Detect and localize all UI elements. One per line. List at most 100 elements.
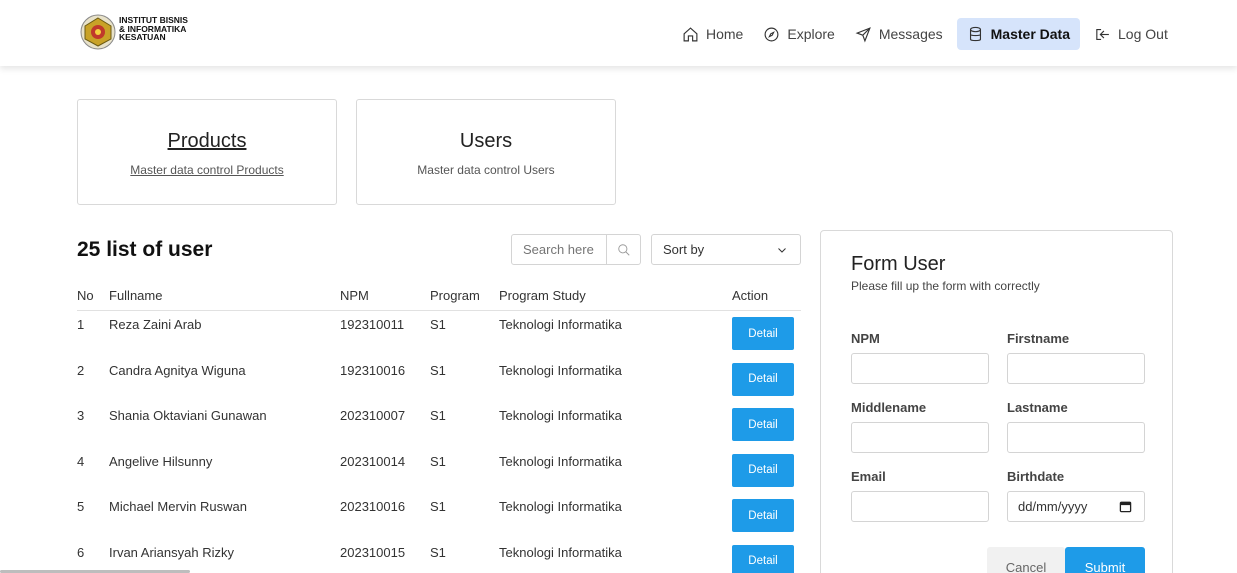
chevron-down-icon (778, 247, 786, 253)
row-program: S1 (430, 499, 446, 514)
row-program: S1 (430, 317, 446, 332)
brand-name: INSTITUT BISNIS & INFORMATIKA KESATUAN (119, 16, 188, 42)
header-no: No (77, 288, 94, 303)
header-npm: NPM (340, 288, 369, 303)
submit-button[interactable]: Submit (1065, 547, 1145, 573)
row-program-study: Teknologi Informatika (499, 408, 622, 423)
npm-field[interactable] (851, 353, 989, 384)
top-navbar: INSTITUT BISNIS & INFORMATIKA KESATUAN H… (0, 0, 1237, 66)
birthdate-placeholder: dd/mm/yyyy (1018, 499, 1088, 514)
middlename-field[interactable] (851, 422, 989, 453)
row-no: 3 (77, 408, 85, 423)
row-npm: 202310015 (340, 544, 406, 560)
detail-button[interactable]: Detail (732, 408, 794, 441)
search-input[interactable] (512, 235, 606, 264)
nav-messages-label: Messages (878, 26, 943, 42)
lastname-label: Lastname (1007, 400, 1068, 415)
nav-explore-label: Explore (787, 26, 835, 42)
table-header: No Fullname NPM Program Program Study Ac… (77, 283, 801, 311)
birthdate-label: Birthdate (1007, 469, 1065, 484)
birthdate-field[interactable]: dd/mm/yyyy (1007, 491, 1145, 522)
row-npm: 192310016 (340, 362, 406, 378)
row-fullname: Michael Mervin Ruswan (109, 499, 247, 514)
brand-line-3: KESATUAN (119, 32, 166, 42)
table-row: 4 Angelive Hilsunny 202310014 S1 Teknolo… (77, 448, 801, 494)
users-card[interactable]: Users Master data control Users (356, 99, 616, 205)
detail-button[interactable]: Detail (732, 317, 794, 350)
header-fullname: Fullname (109, 288, 163, 303)
row-program-study: Teknologi Informatika (499, 544, 622, 560)
institution-logo[interactable] (80, 14, 116, 50)
row-no: 1 (77, 317, 85, 332)
detail-button[interactable]: Detail (732, 362, 794, 396)
row-program: S1 (430, 408, 446, 423)
row-fullname: Candra Agnitya Wiguna (109, 362, 246, 378)
user-form: Form User Please fill up the form with c… (820, 230, 1173, 573)
products-card-title[interactable]: Products (78, 130, 336, 153)
search-button[interactable] (606, 235, 640, 264)
row-program-study: Teknologi Informatika (499, 453, 622, 469)
cancel-button[interactable]: Cancel (987, 547, 1065, 573)
table-row: 1 Reza Zaini Arab 192310011 S1 Teknologi… (77, 311, 801, 357)
home-icon (683, 26, 698, 41)
nav-messages[interactable]: Messages (845, 18, 953, 50)
search-box (511, 234, 641, 265)
header-program: Program (430, 288, 480, 303)
search-icon (617, 243, 630, 256)
nav-master-data[interactable]: Master Data (956, 18, 1081, 50)
detail-button[interactable]: Detail (732, 544, 794, 573)
send-icon (855, 26, 871, 42)
row-fullname: Reza Zaini Arab (109, 317, 202, 332)
calendar-icon[interactable] (1119, 500, 1132, 513)
row-fullname: Irvan Ariansyah Rizky (109, 544, 234, 560)
form-title: Form User (851, 253, 946, 275)
form-subtitle: Please fill up the form with correctly (851, 279, 1040, 293)
lastname-field[interactable] (1007, 422, 1145, 453)
row-no: 6 (77, 544, 85, 560)
main-nav: Home Explore Messages Master Data Log Ou… (672, 18, 1178, 50)
nav-logout-label: Log Out (1118, 26, 1168, 42)
table-row: 6 Irvan Ariansyah Rizky 202310015 S1 Tek… (77, 539, 801, 573)
compass-icon (764, 27, 779, 41)
nav-home[interactable]: Home (672, 18, 753, 50)
email-label: Email (851, 469, 886, 484)
nav-explore[interactable]: Explore (753, 18, 844, 50)
products-card[interactable]: Products Master data control Products (77, 99, 337, 205)
users-card-subtitle: Master data control Users (417, 163, 555, 177)
row-npm: 202310014 (340, 453, 406, 469)
row-no: 4 (77, 453, 85, 469)
row-fullname: Angelive Hilsunny (109, 453, 213, 469)
sort-select-label: Sort by (663, 242, 705, 257)
detail-button[interactable]: Detail (732, 499, 794, 532)
detail-button[interactable]: Detail (732, 453, 794, 487)
products-card-subtitle[interactable]: Master data control Products (78, 163, 336, 177)
email-field[interactable] (851, 491, 989, 522)
table-row: 2 Candra Agnitya Wiguna 192310016 S1 Tek… (77, 357, 801, 403)
sort-select[interactable]: Sort by (651, 234, 801, 265)
row-npm: 192310011 (340, 317, 405, 332)
users-card-title: Users (459, 130, 513, 152)
middlename-label: Middlename (851, 400, 927, 415)
row-no: 5 (77, 499, 85, 514)
row-program-study: Teknologi Informatika (499, 317, 622, 332)
npm-label: NPM (851, 331, 880, 346)
table-row: 5 Michael Mervin Ruswan 202310016 S1 Tek… (77, 493, 801, 539)
nav-logout[interactable]: Log Out (1084, 18, 1178, 50)
firstname-label: Firstname (1007, 331, 1070, 346)
row-program-study: Teknologi Informatika (499, 362, 622, 378)
header-action: Action (732, 288, 769, 303)
user-list-title: 25 list of user (77, 238, 213, 261)
row-program: S1 (430, 544, 446, 560)
row-program: S1 (430, 453, 446, 469)
nav-master-data-label: Master Data (990, 26, 1071, 42)
row-program: S1 (430, 362, 446, 378)
row-program-study: Teknologi Informatika (499, 499, 622, 514)
header-program-study: Program Study (499, 288, 586, 303)
nav-home-label: Home (706, 26, 744, 42)
database-icon (969, 26, 981, 41)
table-row: 3 Shania Oktaviani Gunawan 202310007 S1 … (77, 402, 801, 448)
row-no: 2 (77, 362, 85, 378)
user-table: No Fullname NPM Program Program Study Ac… (77, 283, 801, 573)
firstname-field[interactable] (1007, 353, 1145, 384)
logout-icon (1096, 28, 1109, 40)
